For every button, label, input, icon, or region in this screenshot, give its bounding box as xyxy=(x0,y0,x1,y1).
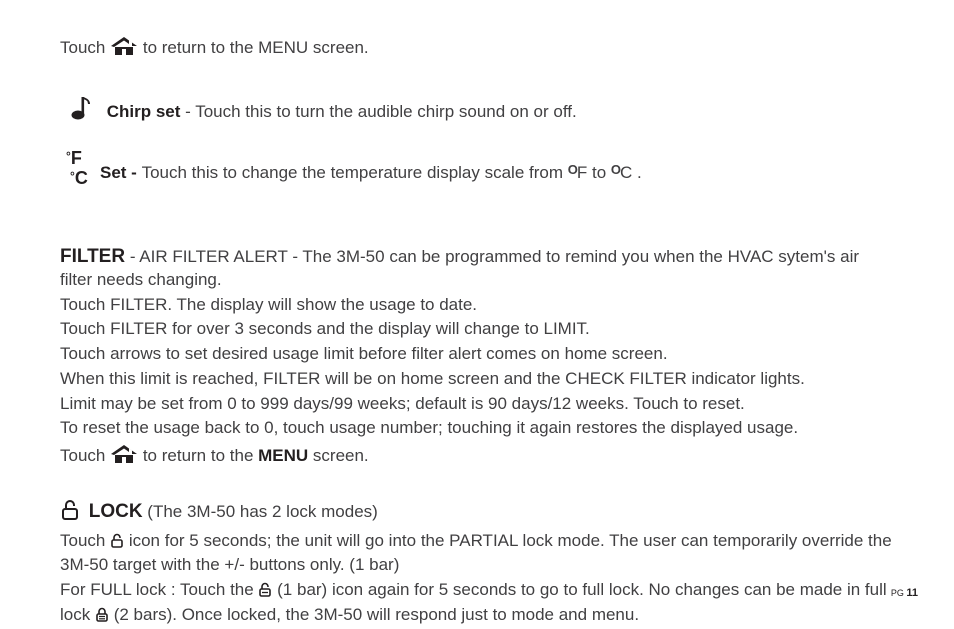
text: Touch xyxy=(60,446,110,465)
text: MENU xyxy=(258,446,308,465)
page-number: 11 xyxy=(906,587,918,599)
music-note-icon xyxy=(66,95,92,127)
text: For FULL lock : Touch the xyxy=(60,580,258,599)
text: - Touch this to turn the audible chirp s… xyxy=(180,102,576,121)
text: F to xyxy=(577,163,611,182)
text: Touch arrows to set desired usage limit … xyxy=(60,343,894,365)
degree-icon: O xyxy=(568,162,577,177)
text: Limit may be set from 0 to 999 days/99 w… xyxy=(60,393,894,415)
text: When this limit is reached, FILTER will … xyxy=(60,368,894,390)
fc-icon: °F °C xyxy=(66,149,88,187)
text: (2 bars). Once locked, the 3M-50 will re… xyxy=(109,605,639,624)
text: to return to the MENU screen. xyxy=(143,38,369,57)
text: to return to the xyxy=(143,446,258,465)
page-label: PG xyxy=(891,588,907,598)
text: F xyxy=(71,148,82,168)
text: icon for 5 seconds; the unit will go int… xyxy=(60,531,892,575)
degree-icon: O xyxy=(611,162,620,177)
filter-title: FILTER xyxy=(60,246,125,267)
home-icon xyxy=(110,445,138,471)
return-menu-line-1: Touch to return to the MENU screen. xyxy=(60,37,894,63)
chirp-set-line: Chirp set - Touch this to turn the audib… xyxy=(60,95,894,127)
lock-icon xyxy=(60,499,80,527)
text: To reset the usage back to 0, touch usag… xyxy=(60,417,894,439)
page-footer: PG 11 xyxy=(891,586,918,600)
lock-title: LOCK xyxy=(89,501,143,522)
set-title: Set - xyxy=(100,163,142,182)
set-temperature-line: °F °C Set - Touch this to change the tem… xyxy=(60,149,894,197)
text: C xyxy=(75,168,88,188)
lock-1bar-icon xyxy=(258,582,272,604)
text: Touch xyxy=(60,531,110,550)
text: Touch FILTER for over 3 seconds and the … xyxy=(60,318,894,340)
text: - AIR FILTER ALERT - The 3M-50 can be pr… xyxy=(60,247,859,289)
text: C . xyxy=(620,163,642,182)
text: (The 3M-50 has 2 lock modes) xyxy=(143,502,378,521)
text: Touch xyxy=(60,38,105,57)
filter-section: FILTER - AIR FILTER ALERT - The 3M-50 ca… xyxy=(60,245,894,471)
lock-icon xyxy=(110,533,124,555)
document-page: Touch to return to the MENU screen. xyxy=(0,0,954,618)
lock-section: LOCK (The 3M-50 has 2 lock modes) Touch … xyxy=(60,499,894,629)
home-icon xyxy=(110,37,138,63)
text: Touch this to change the temperature dis… xyxy=(142,163,568,182)
text: screen. xyxy=(308,446,368,465)
text: Touch FILTER. The display will show the … xyxy=(60,294,894,316)
chirp-set-title: Chirp set xyxy=(107,102,181,121)
